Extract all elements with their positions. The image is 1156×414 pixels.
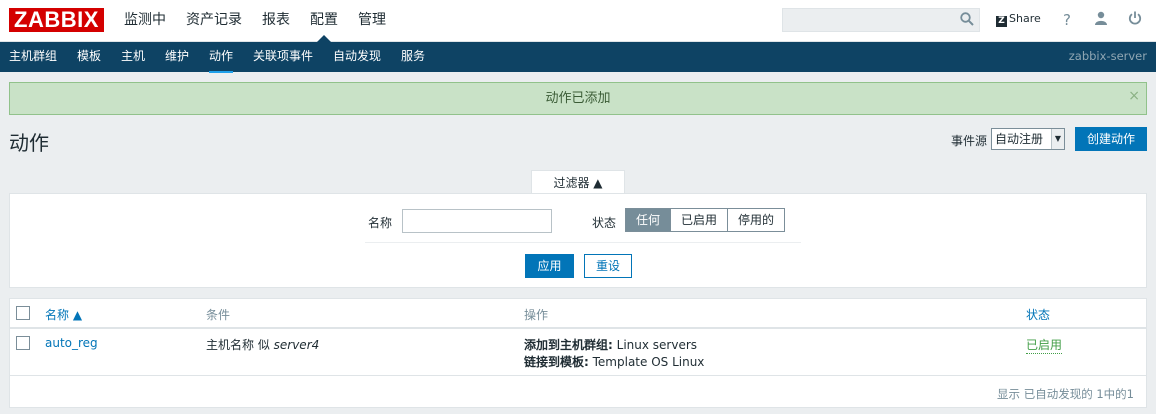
column-header-status[interactable]: 状态 [1026, 306, 1050, 323]
main-menu-inventory[interactable]: 资产记录 [176, 0, 252, 42]
sub-menu-discovery[interactable]: 自动发现 [333, 42, 381, 71]
filter-panel: 名称 状态 任何 已启用 停用的 应用 重设 [9, 193, 1147, 288]
main-menu-administration[interactable]: 管理 [348, 0, 396, 42]
main-menu-configuration[interactable]: 配置 [300, 0, 348, 43]
status-option-disabled[interactable]: 停用的 [727, 209, 785, 231]
sub-menu-services[interactable]: 服务 [401, 42, 425, 71]
main-menu-monitoring[interactable]: 监测中 [114, 0, 176, 42]
chevron-down-icon: ▼ [1051, 129, 1064, 149]
event-source-select[interactable]: 自动注册 ▼ [991, 128, 1065, 150]
create-action-button[interactable]: 创建动作 [1075, 127, 1147, 151]
sub-menu: 主机群组 模板 主机 维护 动作 关联项事件 自动发现 服务 zabbix-se… [0, 42, 1156, 73]
reset-button[interactable]: 重设 [584, 254, 632, 278]
header-divider [10, 327, 1146, 329]
sub-menu-hosts[interactable]: 主机 [121, 42, 145, 71]
help-icon[interactable]: ? [1058, 11, 1076, 29]
status-option-enabled[interactable]: 已启用 [670, 209, 728, 231]
actions-table: 名称 ▲ 条件 操作 状态 auto_reg 主机名称 似 server4 添加… [9, 298, 1147, 408]
sub-menu-event-correlation[interactable]: 关联项事件 [253, 42, 313, 71]
power-icon[interactable] [1126, 11, 1144, 29]
zabbix-share-icon: Z [996, 16, 1007, 27]
apply-button[interactable]: 应用 [525, 254, 574, 278]
status-option-any[interactable]: 任何 [626, 209, 671, 231]
main-menu: 监测中 资产记录 报表 配置 管理 [114, 0, 396, 43]
success-message: 动作已添加 × [9, 82, 1147, 115]
close-icon[interactable]: × [1128, 81, 1140, 112]
main-menu-reports[interactable]: 报表 [252, 0, 300, 42]
filter-divider [365, 242, 801, 243]
sub-menu-host-groups[interactable]: 主机群组 [9, 42, 57, 71]
action-condition: 主机名称 似 server4 [206, 338, 320, 352]
column-header-operations: 操作 [524, 308, 549, 322]
table-footer-count: 显示 已自动发现的 1中的1 [997, 387, 1134, 401]
server-name: zabbix-server [1068, 49, 1147, 63]
row-divider [10, 375, 1146, 376]
column-header-name[interactable]: 名称 ▲ [45, 306, 82, 323]
share-label: Share [1009, 12, 1041, 25]
search-input[interactable] [782, 8, 980, 32]
filter-name-input[interactable] [402, 209, 552, 233]
zabbix-logo[interactable]: ZABBIX [9, 8, 104, 32]
share-link[interactable]: Z Share [996, 12, 1041, 27]
sub-menu-maintenance[interactable]: 维护 [165, 42, 189, 71]
condition-value: server4 [273, 338, 320, 352]
status-segmented-control: 任何 已启用 停用的 [625, 208, 786, 232]
event-source-label: 事件源 [951, 134, 988, 148]
search-icon[interactable] [960, 12, 974, 29]
sub-menu-templates[interactable]: 模板 [77, 42, 101, 71]
event-source-value: 自动注册 [995, 132, 1044, 146]
user-icon[interactable] [1092, 11, 1110, 29]
sub-menu-actions[interactable]: 动作 [209, 42, 234, 73]
operation-link-template: 链接到模板: Template OS Linux [524, 355, 705, 369]
column-header-conditions: 条件 [206, 308, 231, 322]
status-enabled-toggle[interactable]: 已启用 [1026, 336, 1063, 354]
filter-tab[interactable]: 过滤器 ▲ [531, 170, 625, 194]
page-title: 动作 [9, 131, 49, 155]
top-header: ZABBIX 监测中 资产记录 报表 配置 管理 Z Share ? [0, 0, 1156, 43]
filter-status-label: 状态 [592, 216, 617, 230]
operation-add-to-group: 添加到主机群组: Linux servers [524, 338, 698, 352]
row-checkbox[interactable] [16, 336, 30, 350]
select-all-checkbox[interactable] [16, 306, 30, 320]
action-name-link[interactable]: auto_reg [45, 336, 98, 350]
success-message-text: 动作已添加 [545, 91, 611, 106]
filter-name-label: 名称 [368, 216, 393, 230]
